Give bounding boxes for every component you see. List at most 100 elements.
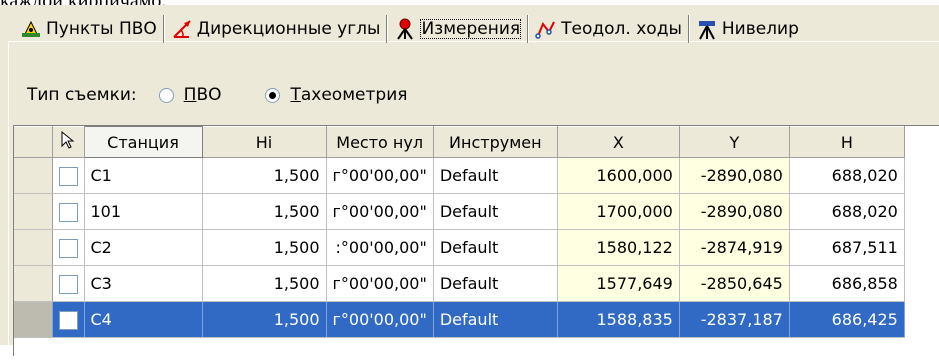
radio-pvo[interactable] xyxy=(158,87,174,103)
cell-h[interactable]: 688,020 xyxy=(789,193,905,230)
table-row[interactable]: C1 1,500 г°00'00,00" Default 1600,000 -2890,0… xyxy=(14,157,905,194)
cell-hi[interactable]: 1,500 xyxy=(202,193,327,230)
level-instrument-icon xyxy=(698,21,715,40)
row-selector[interactable] xyxy=(14,229,53,266)
row-checkbox[interactable] xyxy=(58,310,78,330)
table-row[interactable]: C3 1,500 г°00'00,00" Default 1577,649 -2850,6… xyxy=(14,265,905,302)
label-rest: ВО xyxy=(196,85,222,105)
tab-leveling[interactable]: Нивелир xyxy=(694,14,803,44)
tab-separator xyxy=(687,15,690,43)
tab-separator xyxy=(527,15,530,43)
table-row[interactable]: C2 1,500:°00'00,00" Default 1580,122 -2874,9… xyxy=(14,229,905,266)
tab-separator xyxy=(386,15,389,43)
survey-type-label: Тип съемки: xyxy=(27,85,137,105)
cell-h[interactable]: 688,020 xyxy=(789,157,905,194)
cell-x[interactable]: 1700,000 xyxy=(557,193,680,230)
tab-label: Пункты ПВО xyxy=(46,19,157,39)
table-row[interactable]: C4 1,500 г°00'00,00" Default 1588,835 -2837,1… xyxy=(14,301,905,338)
cell-y[interactable]: -2837,187 xyxy=(679,301,790,338)
cell-y[interactable]: -2850,645 xyxy=(679,265,790,302)
cell-y[interactable]: -2890,080 xyxy=(679,157,790,194)
cell-zero-place[interactable]: г°00'00,00" xyxy=(326,157,434,194)
radio-tacheometry-label[interactable]: Тахеометрия xyxy=(290,85,407,105)
cell-zero-place[interactable]: :°00'00,00" xyxy=(326,229,434,266)
row-checkbox[interactable] xyxy=(58,166,78,186)
column-header-station[interactable]: Станция xyxy=(83,126,203,158)
table-body: C1 1,500 г°00'00,00" Default 1600,000 -2890,0… xyxy=(14,157,905,338)
column-header-zero-place[interactable]: Место нул xyxy=(326,126,434,158)
cell-station[interactable]: C3 xyxy=(84,265,203,302)
row-selector[interactable] xyxy=(14,301,53,338)
table-row[interactable]: 101 1,500 г°00'00,00" Default 1700,000 -2890,… xyxy=(14,193,905,230)
row-checkbox-cell xyxy=(52,157,85,194)
cell-hi[interactable]: 1,500 xyxy=(202,157,327,194)
column-header-x[interactable]: X xyxy=(557,126,680,158)
column-header-h[interactable]: H xyxy=(789,126,905,158)
column-header-instrument[interactable]: Инструмен xyxy=(433,126,558,158)
cell-station[interactable]: 101 xyxy=(84,193,203,230)
tab-bearing-angles[interactable]: Дирекционные углы xyxy=(169,14,385,44)
pointer-cursor-icon xyxy=(61,130,75,149)
tab-measurements[interactable]: Измерения xyxy=(392,14,525,44)
tab-label: Нивелир xyxy=(721,19,799,39)
label-rest: ахеометрия xyxy=(300,85,408,105)
cell-hi[interactable]: 1,500 xyxy=(202,265,327,302)
table-header-row: Станция Hi Место нул Инструмен X Y H xyxy=(14,126,905,158)
traverse-icon xyxy=(535,21,556,39)
tripod-station-icon xyxy=(397,18,414,40)
row-selector[interactable] xyxy=(14,193,53,230)
cell-station[interactable]: C1 xyxy=(84,157,203,194)
cell-x[interactable]: 1580,122 xyxy=(557,229,680,266)
survey-window: Пункты ПВО Дирекционные углы Измерения Т… xyxy=(0,5,939,362)
column-header-y[interactable]: Y xyxy=(679,126,790,158)
row-selector-header xyxy=(14,126,53,158)
cell-h[interactable]: 686,425 xyxy=(789,301,905,338)
row-checkbox-cell xyxy=(52,301,85,338)
radio-pvo-label[interactable]: ПВО xyxy=(184,85,222,105)
cell-x[interactable]: 1577,649 xyxy=(557,265,680,302)
cell-zero-place[interactable]: г°00'00,00" xyxy=(326,301,434,338)
cell-instrument[interactable]: Default xyxy=(433,193,558,230)
tab-control-points[interactable]: Пункты ПВО xyxy=(18,14,161,44)
survey-type-group: Тип съемки: ПВО Тахеометрия xyxy=(27,82,407,108)
cell-hi[interactable]: 1,500 xyxy=(202,301,327,338)
control-points-icon xyxy=(22,20,40,37)
row-checkbox[interactable] xyxy=(58,202,78,222)
cell-y[interactable]: -2890,080 xyxy=(679,193,790,230)
cell-instrument[interactable]: Default xyxy=(433,157,558,194)
tab-separator xyxy=(162,15,165,43)
cell-x[interactable]: 1600,000 xyxy=(557,157,680,194)
tab-label: Измерения xyxy=(420,19,522,39)
column-header-hi[interactable]: Hi xyxy=(202,126,327,158)
cell-station[interactable]: C4 xyxy=(84,301,203,338)
cell-station[interactable]: C2 xyxy=(84,229,203,266)
tab-label: Дирекционные углы xyxy=(196,19,381,39)
cell-x[interactable]: 1588,835 xyxy=(557,301,680,338)
tab-theodolite-traverses[interactable]: Теодол. ходы xyxy=(533,14,686,44)
cell-instrument[interactable]: Default xyxy=(433,229,558,266)
cell-zero-place[interactable]: г°00'00,00" xyxy=(326,265,434,302)
cell-y[interactable]: -2874,919 xyxy=(679,229,790,266)
cursor-header xyxy=(52,126,85,158)
cell-instrument[interactable]: Default xyxy=(433,265,558,302)
mnemonic-letter: П xyxy=(183,85,197,105)
stations-table: Станция Hi Место нул Инструмен X Y H C1 1… xyxy=(14,126,905,338)
row-selector[interactable] xyxy=(14,265,53,302)
row-checkbox-cell xyxy=(52,229,85,266)
row-checkbox-cell xyxy=(52,193,85,230)
mnemonic-letter: Т xyxy=(290,85,301,105)
cell-zero-place[interactable]: г°00'00,00" xyxy=(326,193,434,230)
cell-h[interactable]: 686,858 xyxy=(789,265,905,302)
row-checkbox-cell xyxy=(52,265,85,302)
stations-grid: Станция Hi Место нул Инструмен X Y H C1 1… xyxy=(13,125,939,356)
row-selector[interactable] xyxy=(14,157,53,194)
radio-tacheometry[interactable] xyxy=(265,87,281,103)
tab-strip: Пункты ПВО Дирекционные углы Измерения Т… xyxy=(18,12,939,46)
cell-instrument[interactable]: Default xyxy=(433,301,558,338)
tab-label: Теодол. ходы xyxy=(561,19,682,39)
cell-hi[interactable]: 1,500 xyxy=(202,229,327,266)
row-checkbox[interactable] xyxy=(58,274,78,294)
cell-h[interactable]: 687,511 xyxy=(789,229,905,266)
bearing-angle-icon xyxy=(173,20,191,38)
row-checkbox[interactable] xyxy=(58,238,78,258)
